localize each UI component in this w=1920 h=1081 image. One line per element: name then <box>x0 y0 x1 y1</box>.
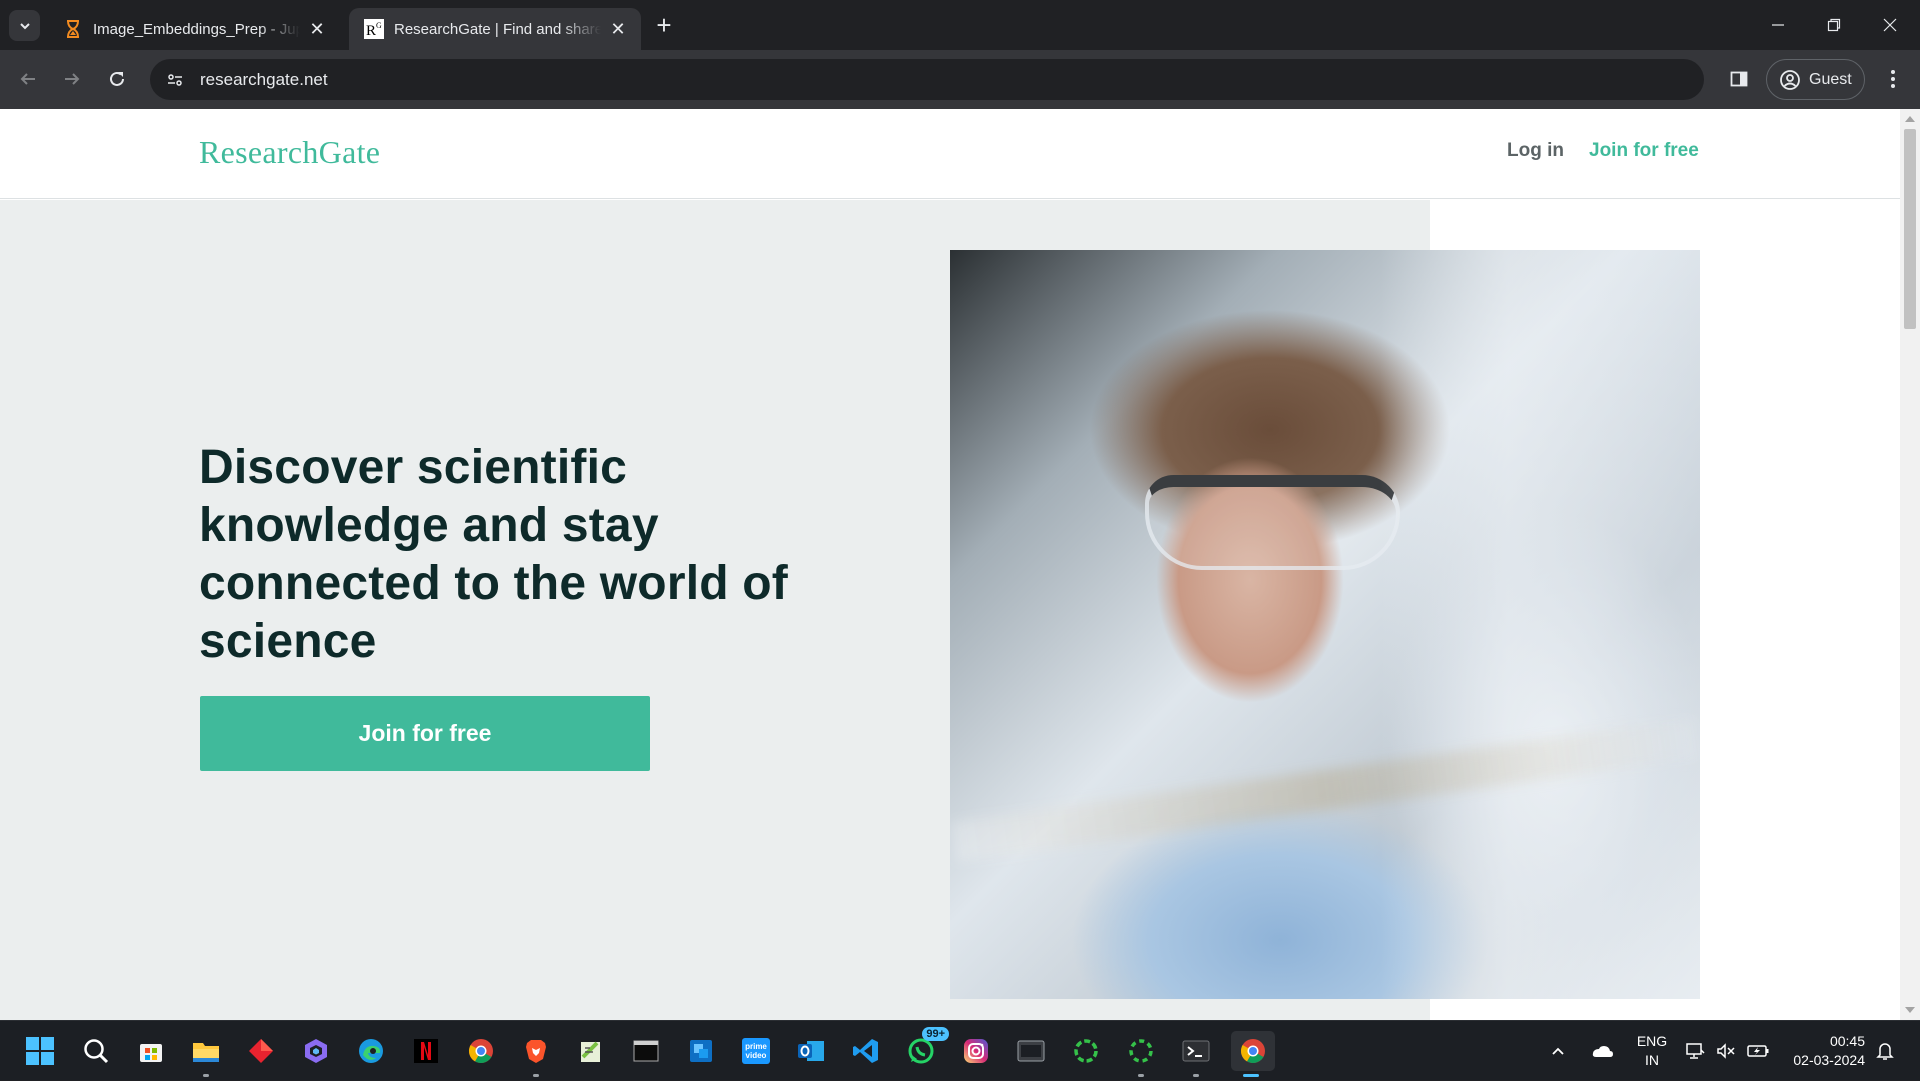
minimize-icon <box>1772 24 1784 26</box>
instagram-icon[interactable] <box>956 1031 996 1071</box>
researchgate-favicon: RG <box>364 19 384 39</box>
reload-button[interactable] <box>101 63 133 95</box>
close-icon[interactable]: ✕ <box>306 18 328 40</box>
address-bar[interactable]: researchgate.net <box>150 59 1704 100</box>
tab-title: Image_Embeddings_Prep - Jupyter <box>93 20 300 38</box>
running-indicator <box>1193 1074 1199 1077</box>
chevron-down-icon <box>19 22 30 29</box>
scrollbar-thumb[interactable] <box>1904 129 1916 329</box>
new-tab-button[interactable]: + <box>650 10 678 40</box>
hourglass-icon <box>63 19 83 39</box>
notepad-plus-icon[interactable] <box>571 1031 611 1071</box>
running-indicator <box>1138 1074 1144 1077</box>
tab-researchgate[interactable]: RG ResearchGate | Find and share researc… <box>349 8 641 50</box>
svg-text:G: G <box>376 21 382 30</box>
system-clock[interactable]: 00:45 02-03-2024 <box>1783 1032 1865 1070</box>
terminal-window-icon[interactable] <box>626 1031 666 1071</box>
notification-badge: 99+ <box>922 1027 949 1041</box>
netflix-icon[interactable] <box>406 1031 446 1071</box>
svg-text:prime: prime <box>745 1042 767 1051</box>
header-join-link[interactable]: Join for free <box>1589 140 1699 162</box>
close-window-button[interactable] <box>1862 0 1918 50</box>
app-blue-icon[interactable] <box>681 1031 721 1071</box>
minimize-button[interactable] <box>1750 0 1806 50</box>
language-code: ENG <box>1636 1033 1668 1049</box>
running-indicator <box>533 1074 539 1077</box>
restore-button[interactable] <box>1806 0 1862 50</box>
back-button[interactable] <box>12 63 44 95</box>
svg-text:R: R <box>366 23 376 39</box>
clock-date: 02-03-2024 <box>1793 1052 1865 1068</box>
chrome-icon[interactable] <box>461 1031 501 1071</box>
spinner-app-2-icon[interactable] <box>1121 1031 1161 1077</box>
console-app-icon[interactable] <box>1011 1031 1051 1071</box>
hero-join-button[interactable]: Join for free <box>200 696 650 771</box>
chevron-up-icon <box>1552 1047 1564 1055</box>
tab-jupyter[interactable]: Image_Embeddings_Prep - Jupyter ✕ <box>48 8 340 50</box>
language-region: IN <box>1645 1052 1659 1068</box>
side-panel-icon <box>1730 71 1748 87</box>
app-red-icon[interactable] <box>241 1031 281 1071</box>
url-text: researchgate.net <box>200 69 328 89</box>
search-icon[interactable] <box>76 1031 116 1071</box>
file-explorer-icon[interactable] <box>186 1031 226 1077</box>
volume-muted-icon[interactable] <box>1716 1021 1740 1081</box>
edge-icon[interactable] <box>351 1031 391 1071</box>
scroll-up-icon[interactable] <box>1905 116 1915 122</box>
chrome-active-icon[interactable] <box>1231 1031 1275 1077</box>
battery-charging-icon[interactable] <box>1746 1021 1772 1081</box>
forward-button[interactable] <box>56 63 88 95</box>
network-icon[interactable] <box>1685 1021 1709 1081</box>
account-circle-icon <box>1779 69 1801 91</box>
browser-menu-button[interactable] <box>1878 64 1908 94</box>
side-panel-button[interactable] <box>1724 64 1754 94</box>
scroll-down-icon[interactable] <box>1905 1007 1915 1013</box>
notification-bell-icon[interactable] <box>1876 1021 1902 1081</box>
hero-title: Discover scientific knowledge and stay c… <box>199 441 788 668</box>
restore-icon <box>1827 18 1841 32</box>
reload-icon <box>110 71 124 86</box>
safety-goggles-shape <box>1145 475 1400 570</box>
profile-label: Guest <box>1809 70 1852 88</box>
arrow-left-icon <box>20 73 35 85</box>
whatsapp-icon[interactable]: 99+ <box>901 1027 949 1071</box>
copilot-icon[interactable] <box>296 1031 336 1071</box>
login-link[interactable]: Log in <box>1507 140 1564 162</box>
researchgate-logo[interactable]: ResearchGate <box>199 134 380 171</box>
running-indicator <box>203 1074 209 1077</box>
clock-time: 00:45 <box>1829 1033 1865 1049</box>
vscode-icon[interactable] <box>846 1031 886 1071</box>
windows-taskbar: prime video 99+ ENG IN 00:45 02-03-2024 <box>0 1020 1920 1080</box>
outlook-icon[interactable] <box>791 1031 831 1071</box>
windows-start-icon[interactable] <box>20 1031 60 1071</box>
microsoft-store-icon[interactable] <box>131 1031 171 1071</box>
language-indicator[interactable]: ENG IN <box>1632 1032 1672 1070</box>
terminal-icon[interactable] <box>1176 1031 1216 1077</box>
site-header: ResearchGate Log in Join for free <box>0 109 1900 199</box>
site-info-icon[interactable] <box>162 67 188 93</box>
onedrive-icon[interactable] <box>1590 1021 1618 1081</box>
page-scrollbar[interactable] <box>1900 109 1920 1020</box>
profile-button[interactable]: Guest <box>1766 59 1865 100</box>
tray-overflow-button[interactable] <box>1550 1021 1574 1081</box>
scientist-in-lab-photo <box>950 250 1700 999</box>
more-vert-icon <box>1891 70 1895 88</box>
active-indicator <box>1243 1074 1259 1077</box>
prime-video-icon[interactable]: prime video <box>736 1031 776 1071</box>
glass-haze <box>1380 250 1700 999</box>
brave-icon[interactable] <box>516 1031 556 1077</box>
arrow-right-icon <box>65 73 80 85</box>
spinner-app-icon[interactable] <box>1066 1031 1106 1071</box>
close-icon <box>1883 18 1897 32</box>
svg-text:video: video <box>746 1051 767 1060</box>
browser-toolbar: researchgate.net Guest <box>0 50 1920 109</box>
page-viewport: ResearchGate Log in Join for free Discov… <box>0 109 1920 1020</box>
close-icon[interactable]: ✕ <box>607 18 629 40</box>
tab-search-button[interactable] <box>9 10 40 41</box>
tab-title: ResearchGate | Find and share research <box>394 20 601 38</box>
tab-strip: Image_Embeddings_Prep - Jupyter ✕ RG Res… <box>0 0 1920 50</box>
